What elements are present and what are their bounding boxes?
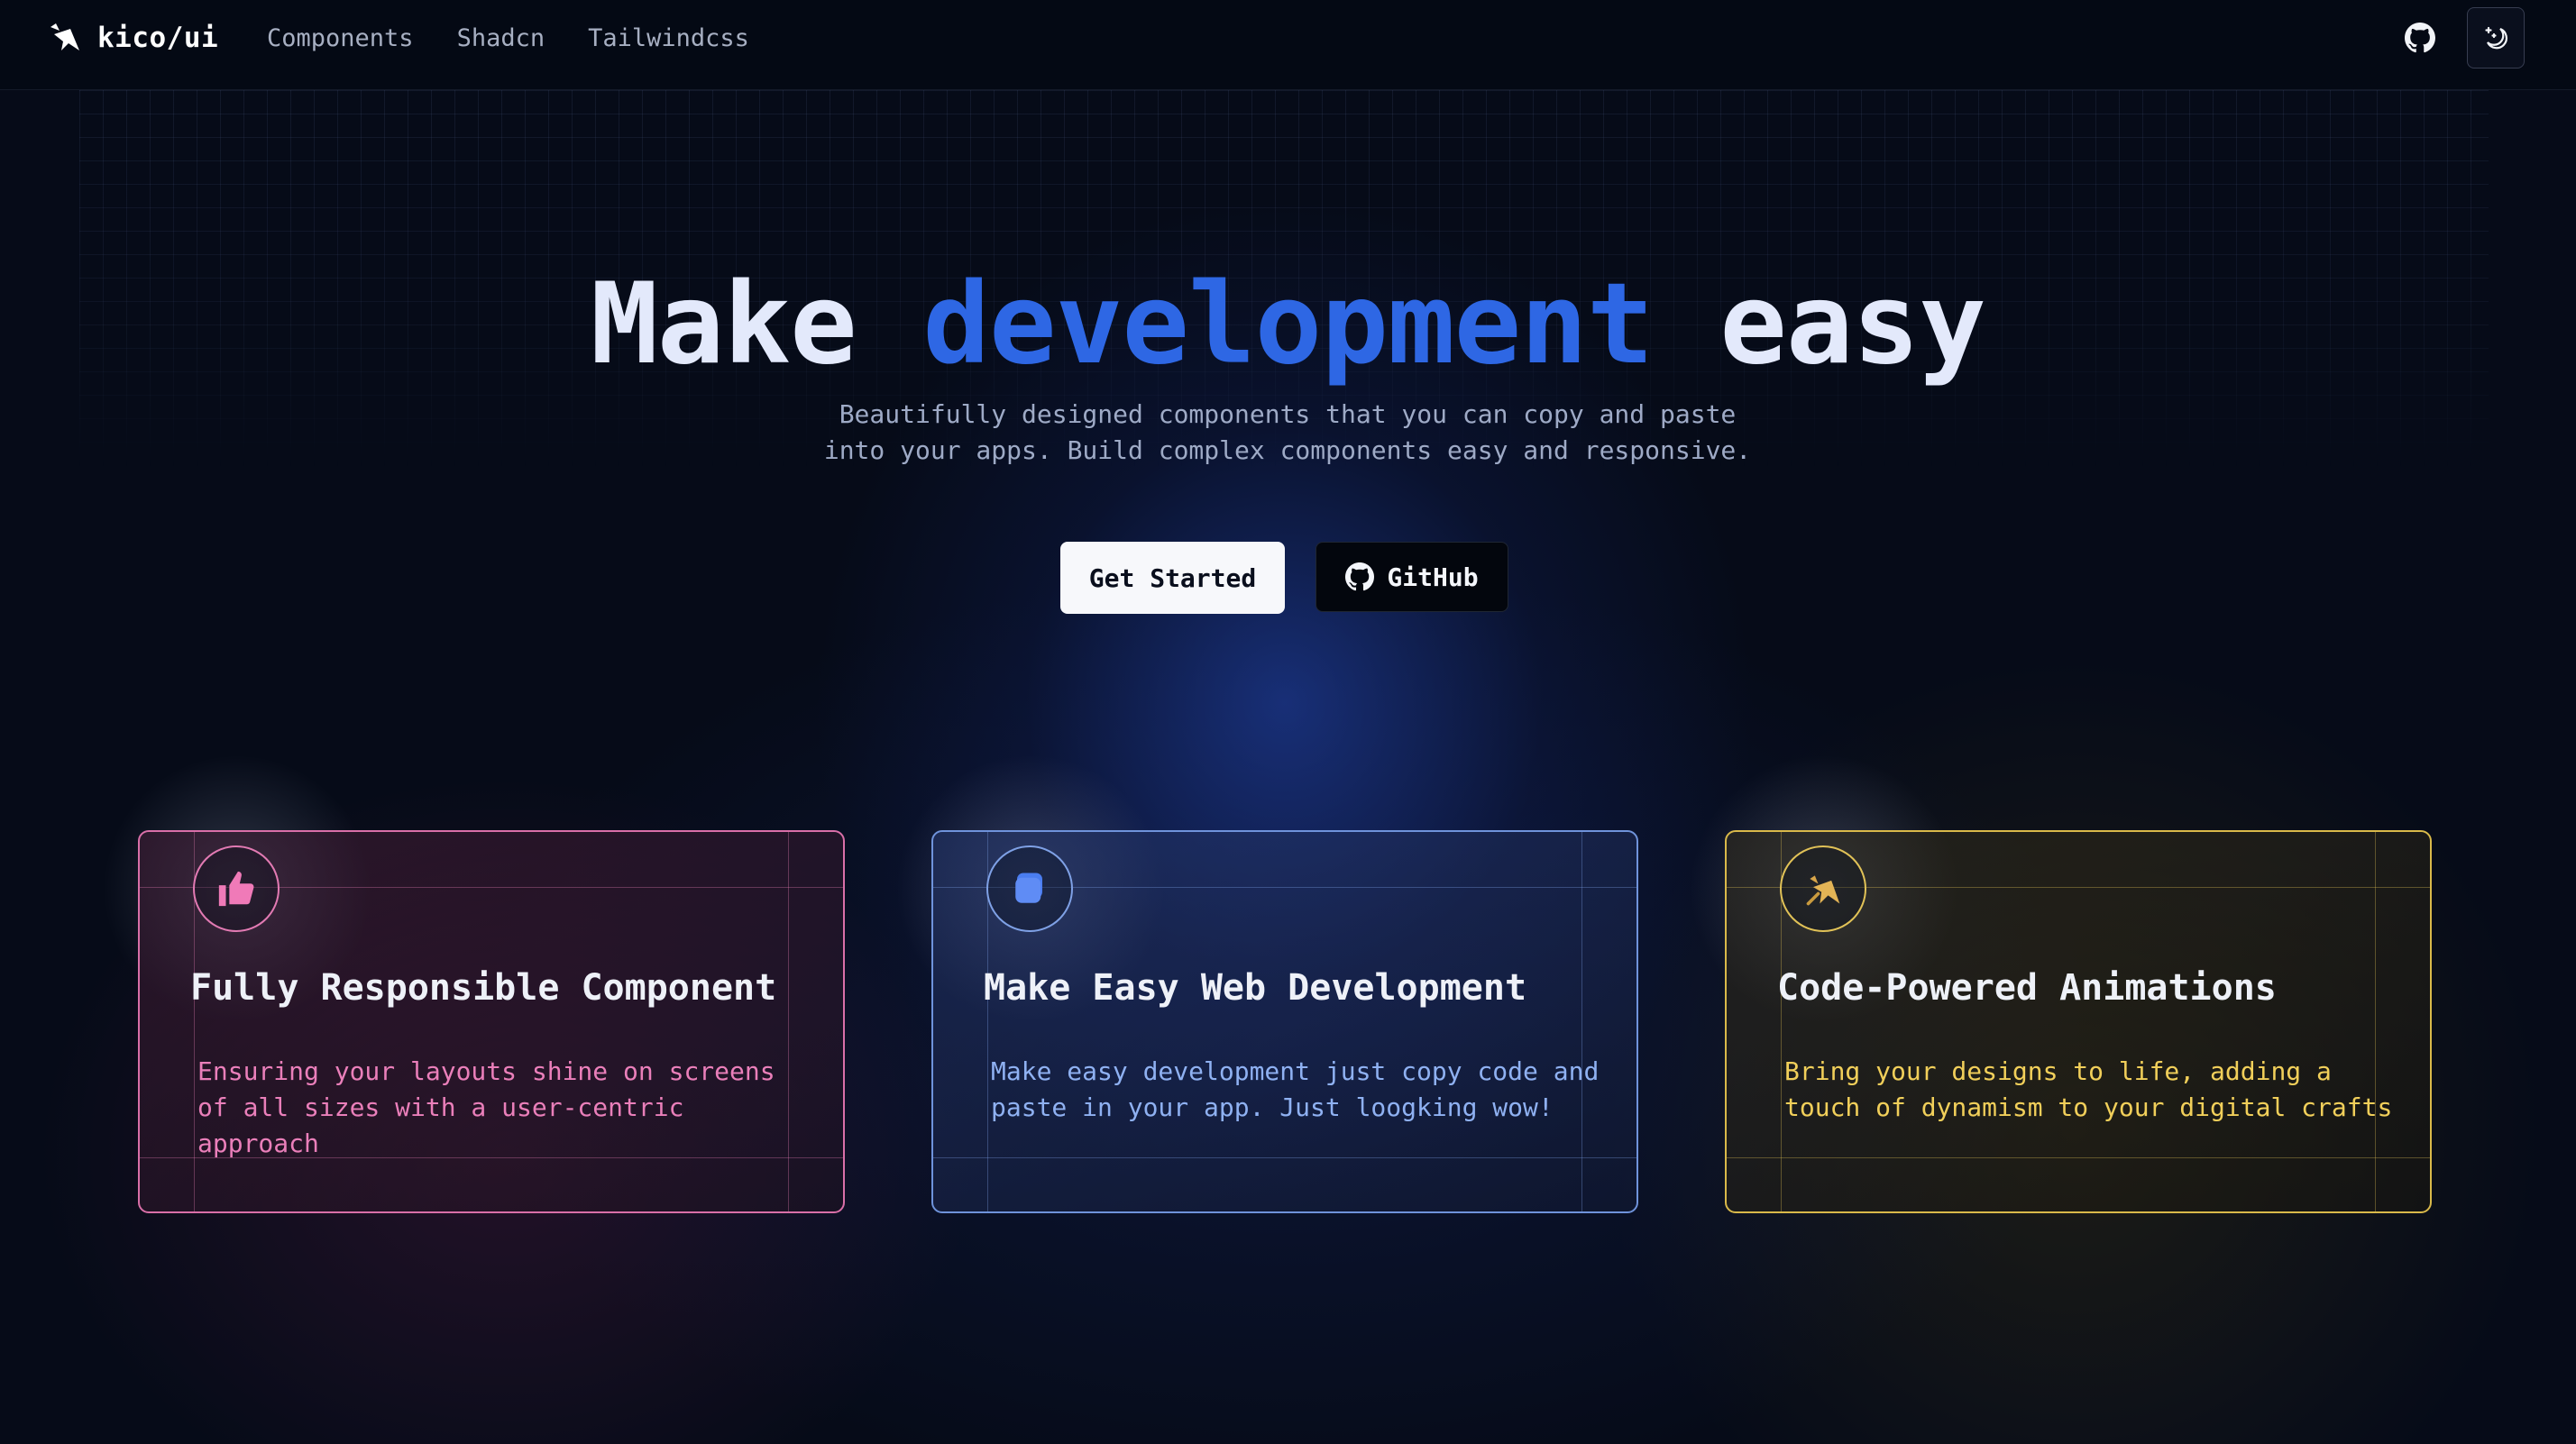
github-button-label: GitHub — [1387, 562, 1479, 592]
github-icon — [2405, 23, 2435, 53]
hero-actions: Get Started GitHub — [1060, 542, 1508, 614]
feature-title: Make Easy Web Development — [984, 967, 1527, 1009]
moon-sparkle-icon — [2485, 26, 2507, 50]
feature-badge — [986, 845, 1073, 932]
nav-link-shadcn[interactable]: Shadcn — [457, 24, 545, 52]
feature-description: Bring your designs to life, adding a tou… — [1784, 1056, 2393, 1122]
card-guide-line — [2375, 832, 2376, 1211]
hero-title-start: Make — [591, 260, 857, 389]
hero-title-accent: development — [922, 260, 1654, 389]
feature-title: Fully Responsible Component — [190, 967, 777, 1009]
feature-card-animations: Code-Powered Animations Bring your desig… — [1725, 830, 2432, 1213]
hero-subtitle-line2: into your apps. Build complex components… — [823, 435, 1752, 465]
card-guide-line — [1727, 1157, 2430, 1158]
feature-badge — [193, 845, 280, 932]
github-icon — [1345, 562, 1375, 591]
feature-badge — [1780, 845, 1866, 932]
nav-link-tailwindcss[interactable]: Tailwindcss — [588, 24, 749, 52]
pinned-sparkle-icon — [1806, 875, 1840, 906]
thumbs-up-icon — [218, 871, 254, 907]
feature-title: Code-Powered Animations — [1777, 967, 2277, 1009]
nav-link-components[interactable]: Components — [267, 24, 414, 52]
get-started-button[interactable]: Get Started — [1060, 542, 1285, 614]
main-nav: Components Shadcn Tailwindcss — [267, 20, 749, 56]
theme-toggle-button[interactable] — [2467, 7, 2525, 69]
brand-logo-link[interactable]: kico/ui — [47, 20, 218, 56]
github-header-button[interactable] — [2402, 20, 2438, 56]
feature-card-responsive: Fully Responsible Component Ensuring you… — [138, 830, 845, 1213]
hero-title: Make development easy — [0, 257, 2576, 392]
feature-description: Ensuring your layouts shine on screens o… — [197, 1056, 775, 1158]
hero-subtitle: Beautifully designed components that you… — [747, 397, 1829, 469]
github-button[interactable]: GitHub — [1316, 542, 1508, 612]
kico-logo-icon — [50, 23, 79, 50]
feature-description: Make easy development just copy code and… — [991, 1056, 1600, 1122]
hero-subtitle-line1: Beautifully designed components that you… — [839, 399, 1737, 429]
feature-card-web-development: Make Easy Web Development Make easy deve… — [931, 830, 1638, 1213]
copy-squares-icon — [1015, 873, 1042, 903]
top-navbar: kico/ui Components Shadcn Tailwindcss — [0, 0, 2576, 90]
landing-page: kico/ui Components Shadcn Tailwindcss Ma… — [0, 0, 2576, 1444]
hero-title-end: easy — [1719, 260, 1986, 389]
card-guide-line — [933, 1157, 1636, 1158]
brand-name: kico/ui — [97, 22, 219, 54]
card-guide-line — [1581, 832, 1582, 1211]
